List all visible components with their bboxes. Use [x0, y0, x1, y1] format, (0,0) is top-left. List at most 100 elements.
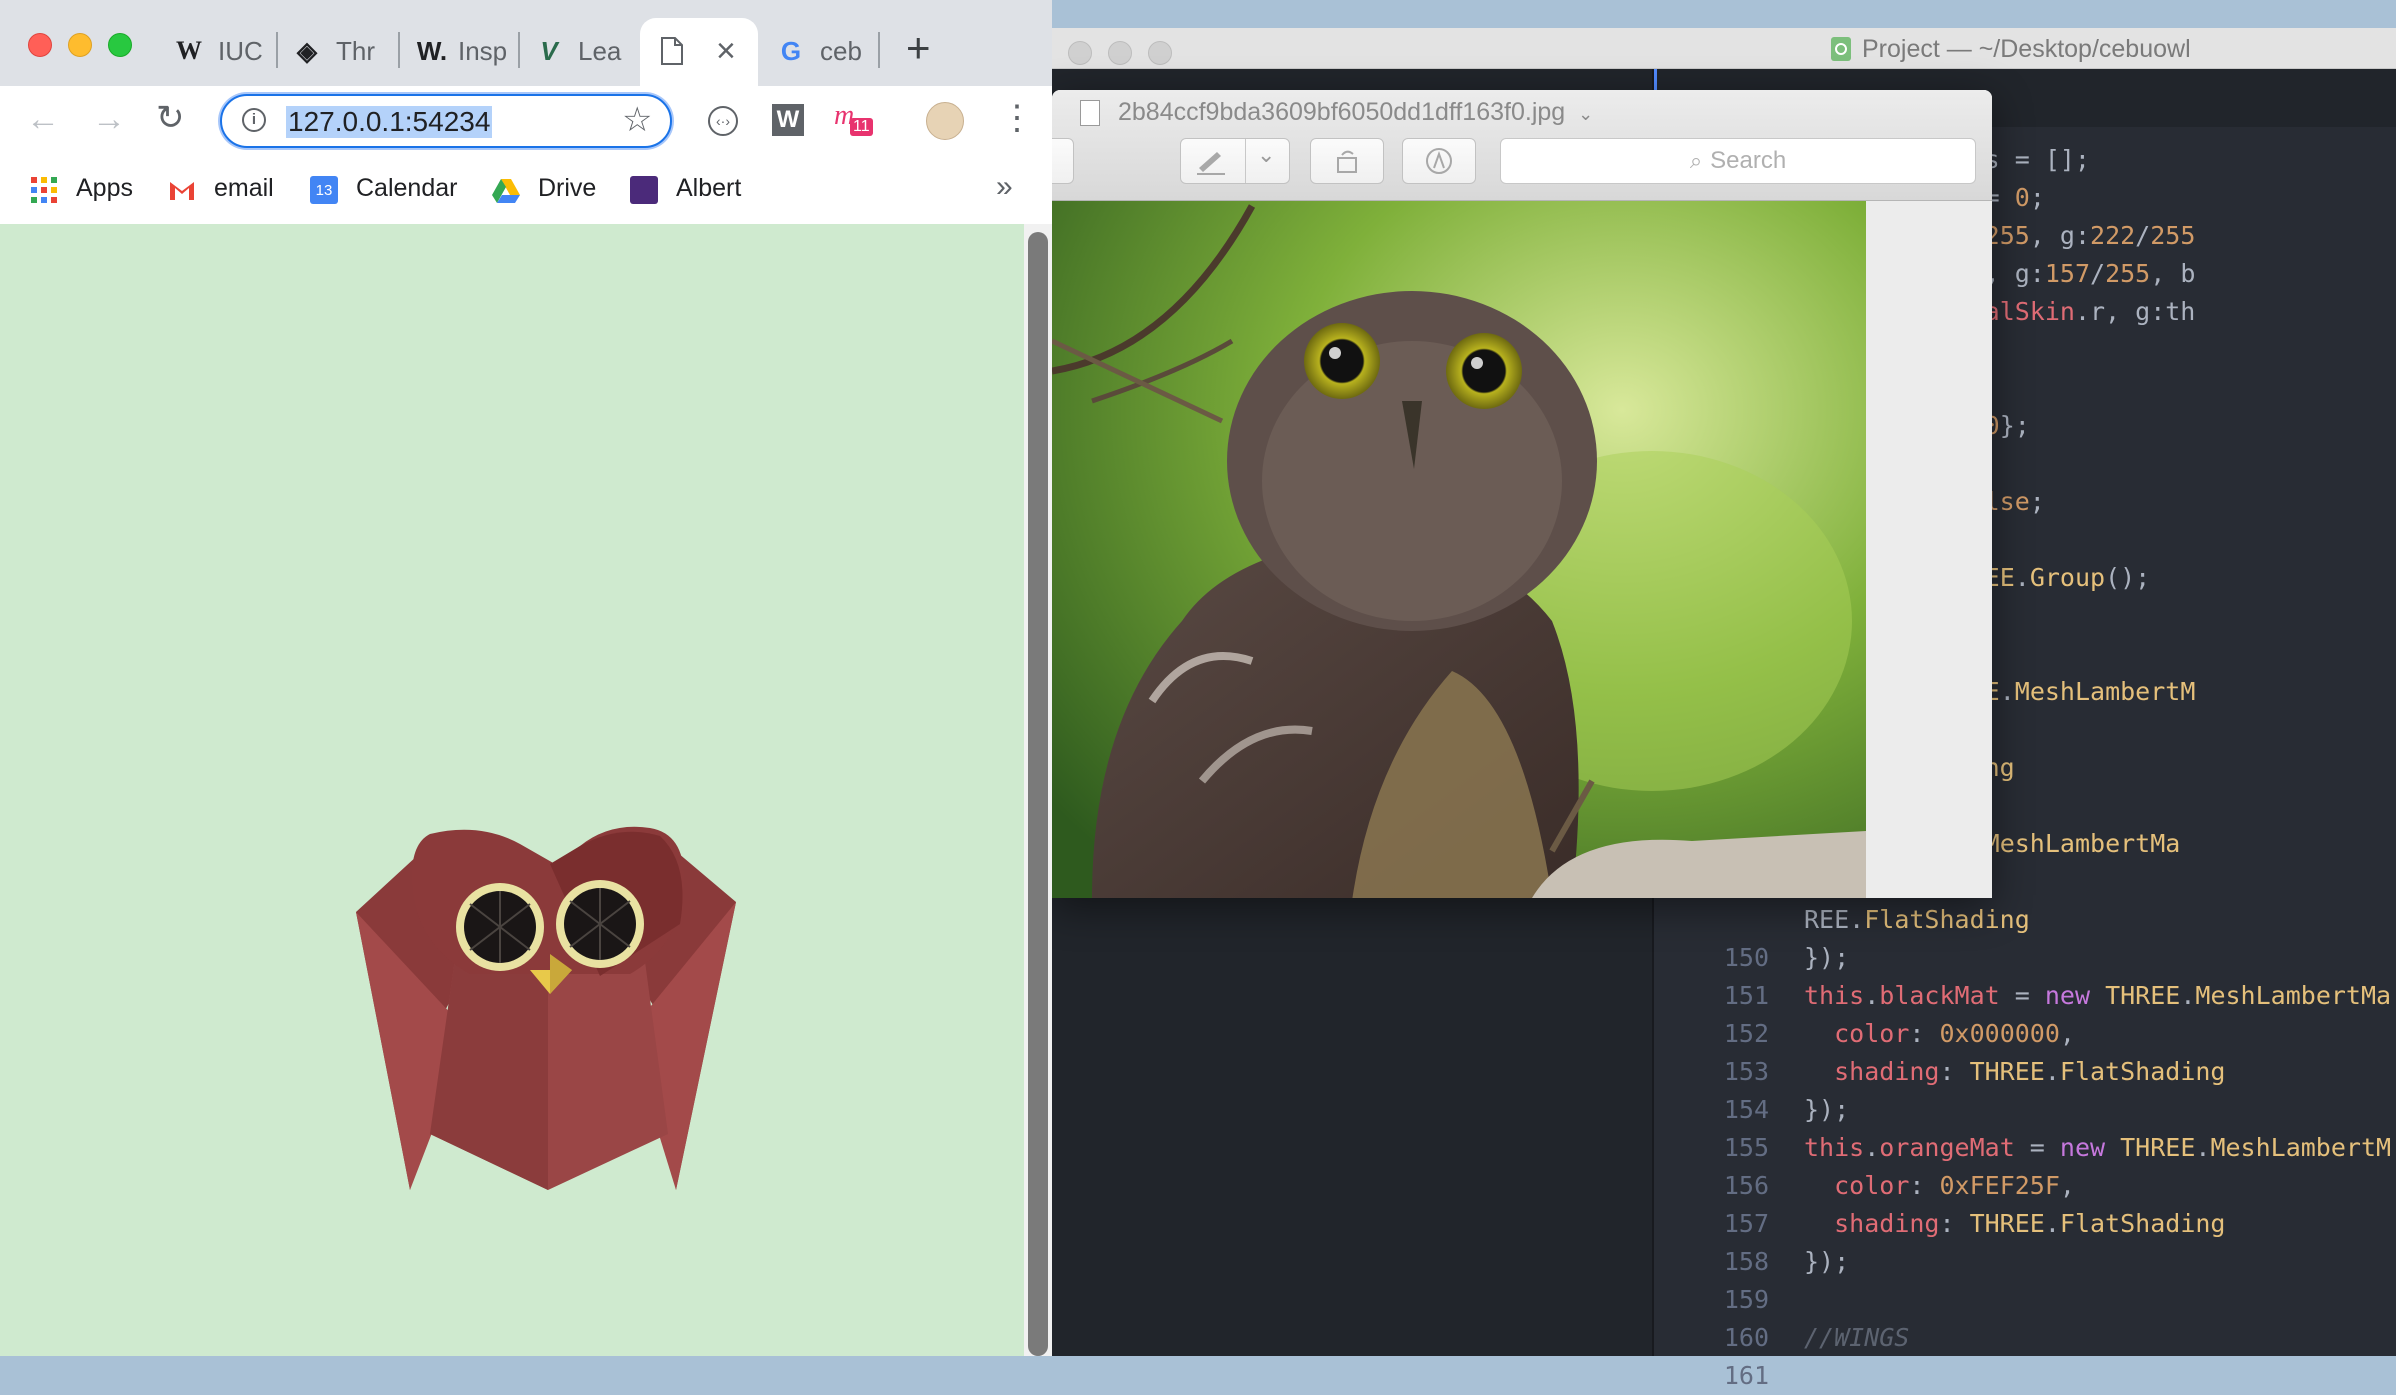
bookmarks-bar: Apps email 13 Calendar Drive Albert » [0, 158, 1052, 225]
atom-zoom-button[interactable] [1148, 41, 1172, 65]
line-number: 159 [1723, 1285, 1769, 1314]
line-number [1654, 901, 1769, 939]
line-number: 155 [1723, 1133, 1769, 1162]
rotate-icon [1337, 150, 1357, 173]
tab-google-search[interactable]: G ceb [776, 18, 866, 86]
markup-button[interactable]: ⌄ [1180, 138, 1290, 184]
scrollbar-thumb[interactable] [1028, 232, 1048, 1356]
preview-left-button[interactable] [1052, 138, 1074, 184]
bookmark-label: Apps [76, 174, 133, 202]
tab-iuc[interactable]: W IUC [174, 18, 264, 86]
preview-filename-text: 2b84ccf9bda3609bf6050dd1dff163f0.jpg [1118, 98, 1566, 126]
tab-label: ceb [820, 36, 862, 66]
code-line[interactable]: shading: THREE.FlatShading [1804, 1205, 2225, 1243]
address-bar[interactable]: i 127.0.0.1:54234 ☆ [220, 94, 672, 148]
site-info-icon[interactable]: i [242, 108, 266, 132]
forward-icon[interactable]: → [92, 100, 126, 139]
bookmarks-overflow-icon[interactable]: » [996, 170, 1013, 204]
tab-label: Insp [458, 36, 508, 66]
line-number: 161 [1723, 1361, 1769, 1390]
atom-minimize-button[interactable] [1108, 41, 1132, 65]
code-line[interactable]: color: 0x000000, [1804, 1015, 2075, 1053]
tab-inspiration[interactable]: W. Insp [414, 18, 508, 86]
gmail-icon [170, 182, 194, 200]
code-line[interactable]: //WINGS [1804, 1319, 1909, 1357]
atom-project-icon [1831, 37, 1851, 61]
profile-avatar[interactable] [926, 102, 964, 140]
drive-icon [492, 179, 520, 203]
line-number: 156 [1723, 1171, 1769, 1200]
tab-three[interactable]: ◈ Thr [292, 18, 382, 86]
search-placeholder: Search [1710, 147, 1787, 174]
search-icon: ⌕ [1689, 148, 1703, 173]
owl-photo [1052, 201, 1866, 898]
extension-m-icon[interactable]: m 11 [834, 100, 874, 140]
bookmark-star-icon[interactable]: ☆ [622, 100, 652, 140]
preview-filename[interactable]: 2b84ccf9bda3609bf6050dd1dff163f0.jpg ⌄ [1118, 98, 1593, 127]
reload-icon[interactable]: ↻ [156, 98, 185, 138]
rotate-button[interactable] [1310, 138, 1384, 184]
extension-badge: 11 [850, 118, 873, 136]
code-line[interactable]: this.blackMat = new THREE.MeshLambertMa [1804, 977, 2391, 1015]
tab-label: IUC [218, 36, 263, 66]
annotate-icon [1426, 148, 1452, 174]
bookmark-label: Drive [538, 174, 597, 202]
line-number: 160 [1723, 1323, 1769, 1352]
code-line[interactable]: }); [1804, 1091, 1849, 1129]
preview-title-bar: 2b84ccf9bda3609bf6050dd1dff163f0.jpg ⌄ ⌄… [1052, 90, 1992, 201]
code-line[interactable]: }); [1804, 1243, 1849, 1281]
file-icon [1080, 100, 1100, 126]
chrome-close-button[interactable] [28, 33, 52, 57]
code-line[interactable]: }); [1804, 939, 1849, 977]
bookmark-label: email [214, 174, 274, 202]
code-line[interactable]: this.orangeMat = new THREE.MeshLambertM [1804, 1129, 2391, 1167]
kebab-menu-icon[interactable]: ⋮ [1000, 98, 1034, 138]
bookmark-label: Calendar [356, 174, 458, 202]
tab-label: Thr [336, 36, 375, 66]
extension-w-icon[interactable]: W [772, 104, 804, 136]
line-number: 152 [1723, 1019, 1769, 1048]
wikipedia-icon: W [176, 36, 202, 65]
line-number: 151 [1723, 981, 1769, 1010]
chevron-down-icon: ⌄ [1578, 104, 1594, 124]
code-line[interactable]: REE.FlatShading [1804, 901, 2030, 939]
code-line[interactable]: color: 0xFEF25F, [1804, 1167, 2075, 1205]
code-line[interactable]: shading: THREE.FlatShading [1804, 1053, 2225, 1091]
tab-learn[interactable]: V Lea [534, 18, 626, 86]
back-icon[interactable]: ← [26, 100, 60, 139]
webflow-icon: W. [416, 36, 448, 66]
codepen-icon: ◈ [297, 36, 317, 66]
vue-icon: V [540, 36, 558, 66]
preview-window: 2b84ccf9bda3609bf6050dd1dff163f0.jpg ⌄ ⌄… [1052, 90, 1992, 898]
preview-search-field[interactable]: ⌕ Search [1500, 138, 1976, 184]
chrome-zoom-button[interactable] [108, 33, 132, 57]
albert-icon [630, 176, 658, 204]
owl-photo-graphic [1052, 201, 1866, 898]
extension-code-icon[interactable]: ‹·› [708, 106, 738, 136]
line-number: 158 [1723, 1247, 1769, 1276]
url-text[interactable]: 127.0.0.1:54234 [286, 106, 493, 138]
page-viewport[interactable] [0, 224, 1052, 1356]
page-icon [661, 37, 683, 65]
chrome-tab-strip: W IUC ◈ Thr W. Insp V Lea × G ceb + [0, 0, 1052, 86]
chevron-down-icon: ⌄ [1257, 142, 1276, 167]
google-icon: G [780, 36, 802, 66]
atom-window-title: Project — ~/Desktop/cebuowl [1862, 35, 2191, 63]
line-number: 153 [1723, 1057, 1769, 1086]
page-scrollbar[interactable] [1024, 224, 1052, 1356]
line-number: 154 [1723, 1095, 1769, 1124]
close-tab-icon[interactable]: × [716, 32, 736, 71]
bookmark-label: Albert [676, 174, 742, 202]
line-number: 150 [1723, 943, 1769, 972]
atom-title-bar: Project — ~/Desktop/cebuowl [1052, 28, 2396, 69]
annotate-button[interactable] [1402, 138, 1476, 184]
chrome-window: W IUC ◈ Thr W. Insp V Lea × G ceb + ← → … [0, 0, 1052, 1356]
atom-close-button[interactable] [1068, 41, 1092, 65]
preview-sidebar [1866, 201, 1992, 898]
new-tab-button[interactable]: + [906, 24, 931, 72]
owl-3d-render[interactable] [0, 224, 1024, 1356]
chrome-minimize-button[interactable] [68, 33, 92, 57]
tab-active-localhost[interactable]: × [640, 18, 758, 86]
calendar-day: 13 [315, 182, 333, 199]
markup-pen-icon [1197, 152, 1225, 175]
